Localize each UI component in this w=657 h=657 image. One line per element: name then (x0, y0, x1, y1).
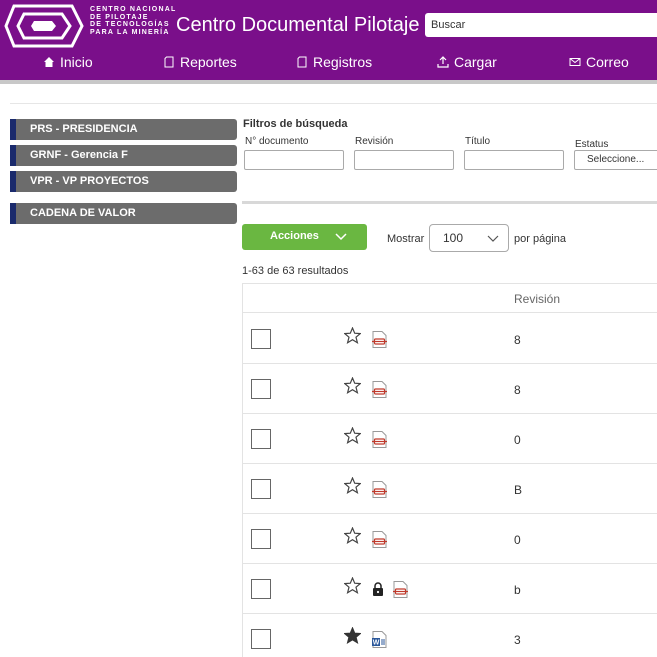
revision-cell: 8 (514, 333, 521, 347)
nav-label: Reportes (180, 54, 237, 70)
logo-text: CENTRO NACIONAL DE PILOTAJE DE TECNOLOGÍ… (90, 6, 176, 36)
row-checkbox[interactable] (251, 529, 271, 549)
table-row[interactable]: 0 (243, 414, 657, 464)
search-input[interactable] (425, 13, 657, 37)
lock-icon (373, 582, 383, 596)
row-checkbox[interactable] (251, 329, 271, 349)
star-outline-icon[interactable] (344, 477, 361, 494)
filter-label-titulo: Título (465, 136, 491, 147)
revision-cell: 0 (514, 433, 521, 447)
filters-separator (242, 201, 657, 204)
pdf-file-icon[interactable] (372, 531, 387, 548)
nav-item-reportes[interactable]: Reportes (163, 54, 237, 70)
main-nav: Inicio Reportes Registros Cargar Correo (0, 50, 657, 76)
nav-label: Inicio (60, 54, 93, 70)
sidebar-item-prs[interactable]: PRS - PRESIDENCIA (10, 119, 237, 140)
logo-line: DE TECNOLOGÍAS (90, 21, 170, 28)
nav-item-inicio[interactable]: Inicio (43, 54, 93, 70)
documento-field[interactable] (244, 150, 344, 170)
nav-label: Registros (313, 54, 373, 70)
revision-cell: 8 (514, 383, 521, 397)
sidebar-item-vpr[interactable]: VPR - VP PROYECTOS (10, 171, 237, 192)
table-header: Revisión (243, 283, 657, 313)
revision-cell: B (514, 483, 523, 497)
table-row[interactable]: 8 (243, 314, 657, 364)
star-outline-icon[interactable] (344, 427, 361, 444)
revision-cell: 0 (514, 533, 521, 547)
chevron-down-icon (487, 235, 499, 242)
sidebar-item-cadena-de-valor[interactable]: CADENA DE VALOR (10, 203, 237, 224)
nav-item-cargar[interactable]: Cargar (437, 54, 497, 70)
row-checkbox[interactable] (251, 629, 271, 649)
table-row[interactable]: B (243, 464, 657, 514)
show-label: Mostrar (387, 233, 425, 245)
pdf-file-icon[interactable] (372, 431, 387, 448)
revision-field[interactable] (354, 150, 454, 170)
nav-label: Cargar (454, 54, 497, 70)
filter-label-revision: Revisión (355, 136, 394, 147)
filter-label-estatus: Estatus (575, 139, 609, 150)
nav-item-registros[interactable]: Registros (296, 54, 372, 70)
table-row[interactable]: 0 (243, 514, 657, 564)
estatus-select[interactable]: Seleccione... (574, 150, 657, 170)
pdf-file-icon[interactable] (372, 331, 387, 348)
header-shadow (0, 80, 657, 84)
page-size-select[interactable]: 100 (429, 224, 509, 252)
per-page-label: por página (514, 233, 566, 245)
star-outline-icon[interactable] (344, 377, 361, 394)
mail-icon (569, 58, 581, 66)
revision-cell: b (514, 583, 521, 597)
star-outline-icon[interactable] (344, 327, 361, 344)
row-checkbox[interactable] (251, 379, 271, 399)
pdf-file-icon[interactable] (372, 381, 387, 398)
actions-button[interactable]: Acciones (242, 224, 367, 250)
logo-icon[interactable] (4, 4, 84, 48)
row-checkbox[interactable] (251, 579, 271, 599)
actions-label: Acciones (270, 230, 319, 242)
star-outline-icon[interactable] (344, 577, 361, 594)
sidebar-item-grnf[interactable]: GRNF - Gerencia F (10, 145, 237, 166)
table-row[interactable]: 8 (243, 364, 657, 414)
logo-line: CENTRO NACIONAL (90, 6, 177, 13)
filters-title: Filtros de búsqueda (243, 118, 348, 130)
app-title: Centro Documental Pilotaje (176, 14, 420, 36)
pdf-file-icon[interactable] (372, 481, 387, 498)
upload-icon (437, 56, 449, 68)
star-outline-icon[interactable] (344, 527, 361, 544)
table-row[interactable]: W3 (243, 614, 657, 657)
document-icon (164, 56, 174, 68)
svg-text:W: W (373, 640, 380, 647)
nav-item-correo[interactable]: Correo (569, 54, 629, 70)
logo-line: DE PILOTAJE (90, 13, 149, 21)
revision-cell: 3 (514, 633, 521, 647)
row-checkbox[interactable] (251, 429, 271, 449)
top-header: CENTRO NACIONAL DE PILOTAJE DE TECNOLOGÍ… (0, 0, 657, 80)
pdf-file-icon[interactable] (393, 581, 408, 598)
document-icon (297, 56, 307, 68)
titulo-field[interactable] (464, 150, 564, 170)
star-filled-icon[interactable] (344, 627, 361, 644)
results-count: 1-63 de 63 resultados (242, 265, 349, 277)
logo-line: PARA LA MINERÍA (90, 28, 170, 36)
documents-table: Revisión 880B0bW3 (242, 283, 657, 657)
row-checkbox[interactable] (251, 479, 271, 499)
column-header-revision[interactable]: Revisión (514, 292, 560, 306)
divider (10, 103, 657, 104)
home-icon (44, 57, 54, 67)
chevron-down-icon (335, 233, 347, 241)
word-file-icon[interactable]: W (372, 631, 387, 648)
nav-label: Correo (586, 54, 629, 70)
table-row[interactable]: b (243, 564, 657, 614)
page-size-value: 100 (443, 231, 464, 245)
filter-label-documento: N° documento (245, 136, 309, 147)
